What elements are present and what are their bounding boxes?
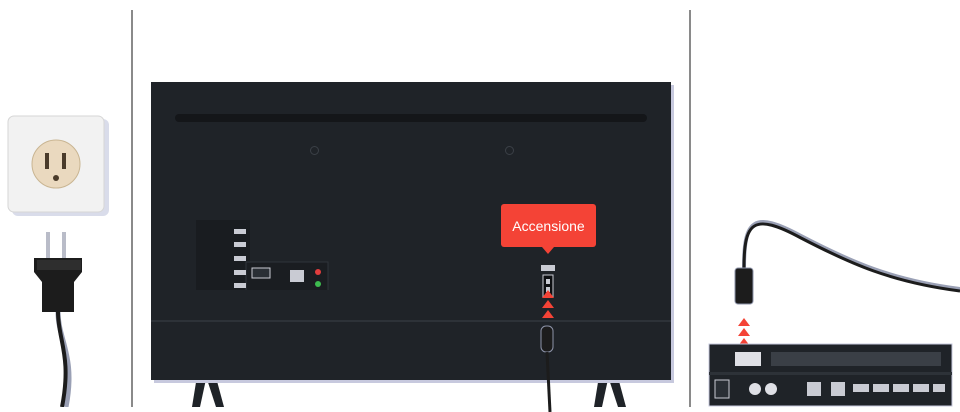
tv-io-panel: [196, 220, 329, 290]
mount-hole-left: [310, 146, 319, 155]
mount-hole-right: [505, 146, 514, 155]
power-callout: Accensione: [501, 204, 596, 254]
power-callout-label: Accensione: [512, 217, 585, 234]
power-plug-icon: [34, 232, 82, 407]
tv-power-cable: [540, 325, 554, 412]
tv-lower-seam: [151, 320, 671, 322]
outlet-panel: [0, 0, 131, 407]
one-connect-box-icon: [708, 343, 953, 407]
tv-vent-slot: [175, 114, 647, 122]
